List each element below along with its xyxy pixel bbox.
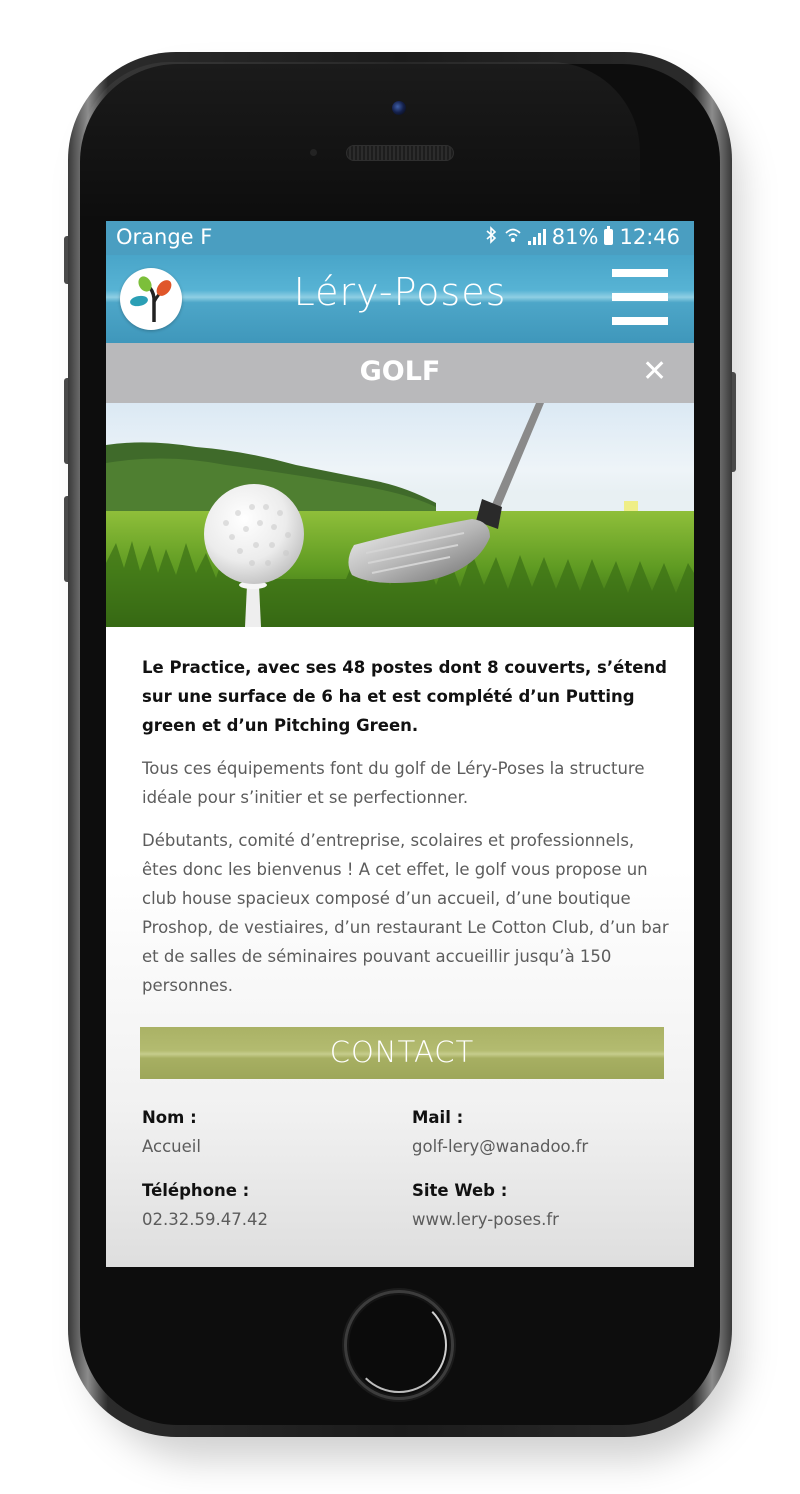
phone-gloss	[80, 62, 640, 222]
contact-website: Site Web : www.lery-poses.fr	[412, 1176, 559, 1234]
battery-percent: 81%	[551, 225, 599, 249]
contact-heading: CONTACT	[329, 1035, 475, 1069]
paragraph-2: Débutants, comité d’entreprise, scolaire…	[142, 831, 669, 995]
hamburger-menu-icon[interactable]	[612, 269, 668, 325]
proximity-sensor	[310, 149, 317, 156]
mail-label: Mail :	[412, 1108, 464, 1127]
wifi-icon	[504, 226, 522, 249]
mail-link[interactable]: golf-lery@wanadoo.fr	[412, 1132, 588, 1161]
phone-screen: Orange F 81% 12:46 Léry-Poses GOLF ✕ Le …	[106, 221, 694, 1267]
website-label: Site Web :	[412, 1181, 508, 1200]
app-title: Léry-Poses	[293, 270, 507, 314]
website-link[interactable]: www.lery-poses.fr	[412, 1205, 559, 1234]
hero-image	[106, 403, 694, 627]
clock: 12:46	[619, 225, 680, 249]
section-header: GOLF ✕	[106, 343, 694, 403]
phone-label: Téléphone :	[142, 1181, 250, 1200]
contact-name: Nom : Accueil	[142, 1103, 201, 1161]
section-title: GOLF	[359, 356, 441, 387]
name-value: Accueil	[142, 1137, 201, 1156]
status-bar: Orange F 81% 12:46	[106, 221, 694, 255]
close-icon[interactable]: ✕	[642, 356, 667, 388]
home-button[interactable]	[344, 1290, 454, 1400]
earpiece-speaker	[346, 145, 454, 161]
name-label: Nom :	[142, 1108, 197, 1127]
lead-paragraph: Le Practice, avec ses 48 postes dont 8 c…	[142, 658, 667, 735]
app-header: Léry-Poses	[106, 255, 694, 343]
golf-photo	[106, 403, 694, 627]
paragraph-1: Tous ces équipements font du golf de Lér…	[142, 759, 645, 807]
front-camera	[392, 101, 406, 115]
signal-icon	[527, 229, 546, 245]
contact-mail: Mail : golf-lery@wanadoo.fr	[412, 1103, 588, 1161]
carrier-name: Orange F	[116, 225, 213, 249]
status-icons: 81% 12:46	[484, 225, 680, 249]
article-content: Le Practice, avec ses 48 postes dont 8 c…	[142, 653, 672, 1000]
battery-icon	[604, 226, 614, 245]
home-button-ring	[351, 1297, 447, 1393]
contact-phone: Téléphone : 02.32.59.47.42	[142, 1176, 268, 1234]
bluetooth-icon	[484, 225, 498, 249]
phone-link[interactable]: 02.32.59.47.42	[142, 1205, 268, 1234]
contact-header: CONTACT	[140, 1027, 664, 1079]
